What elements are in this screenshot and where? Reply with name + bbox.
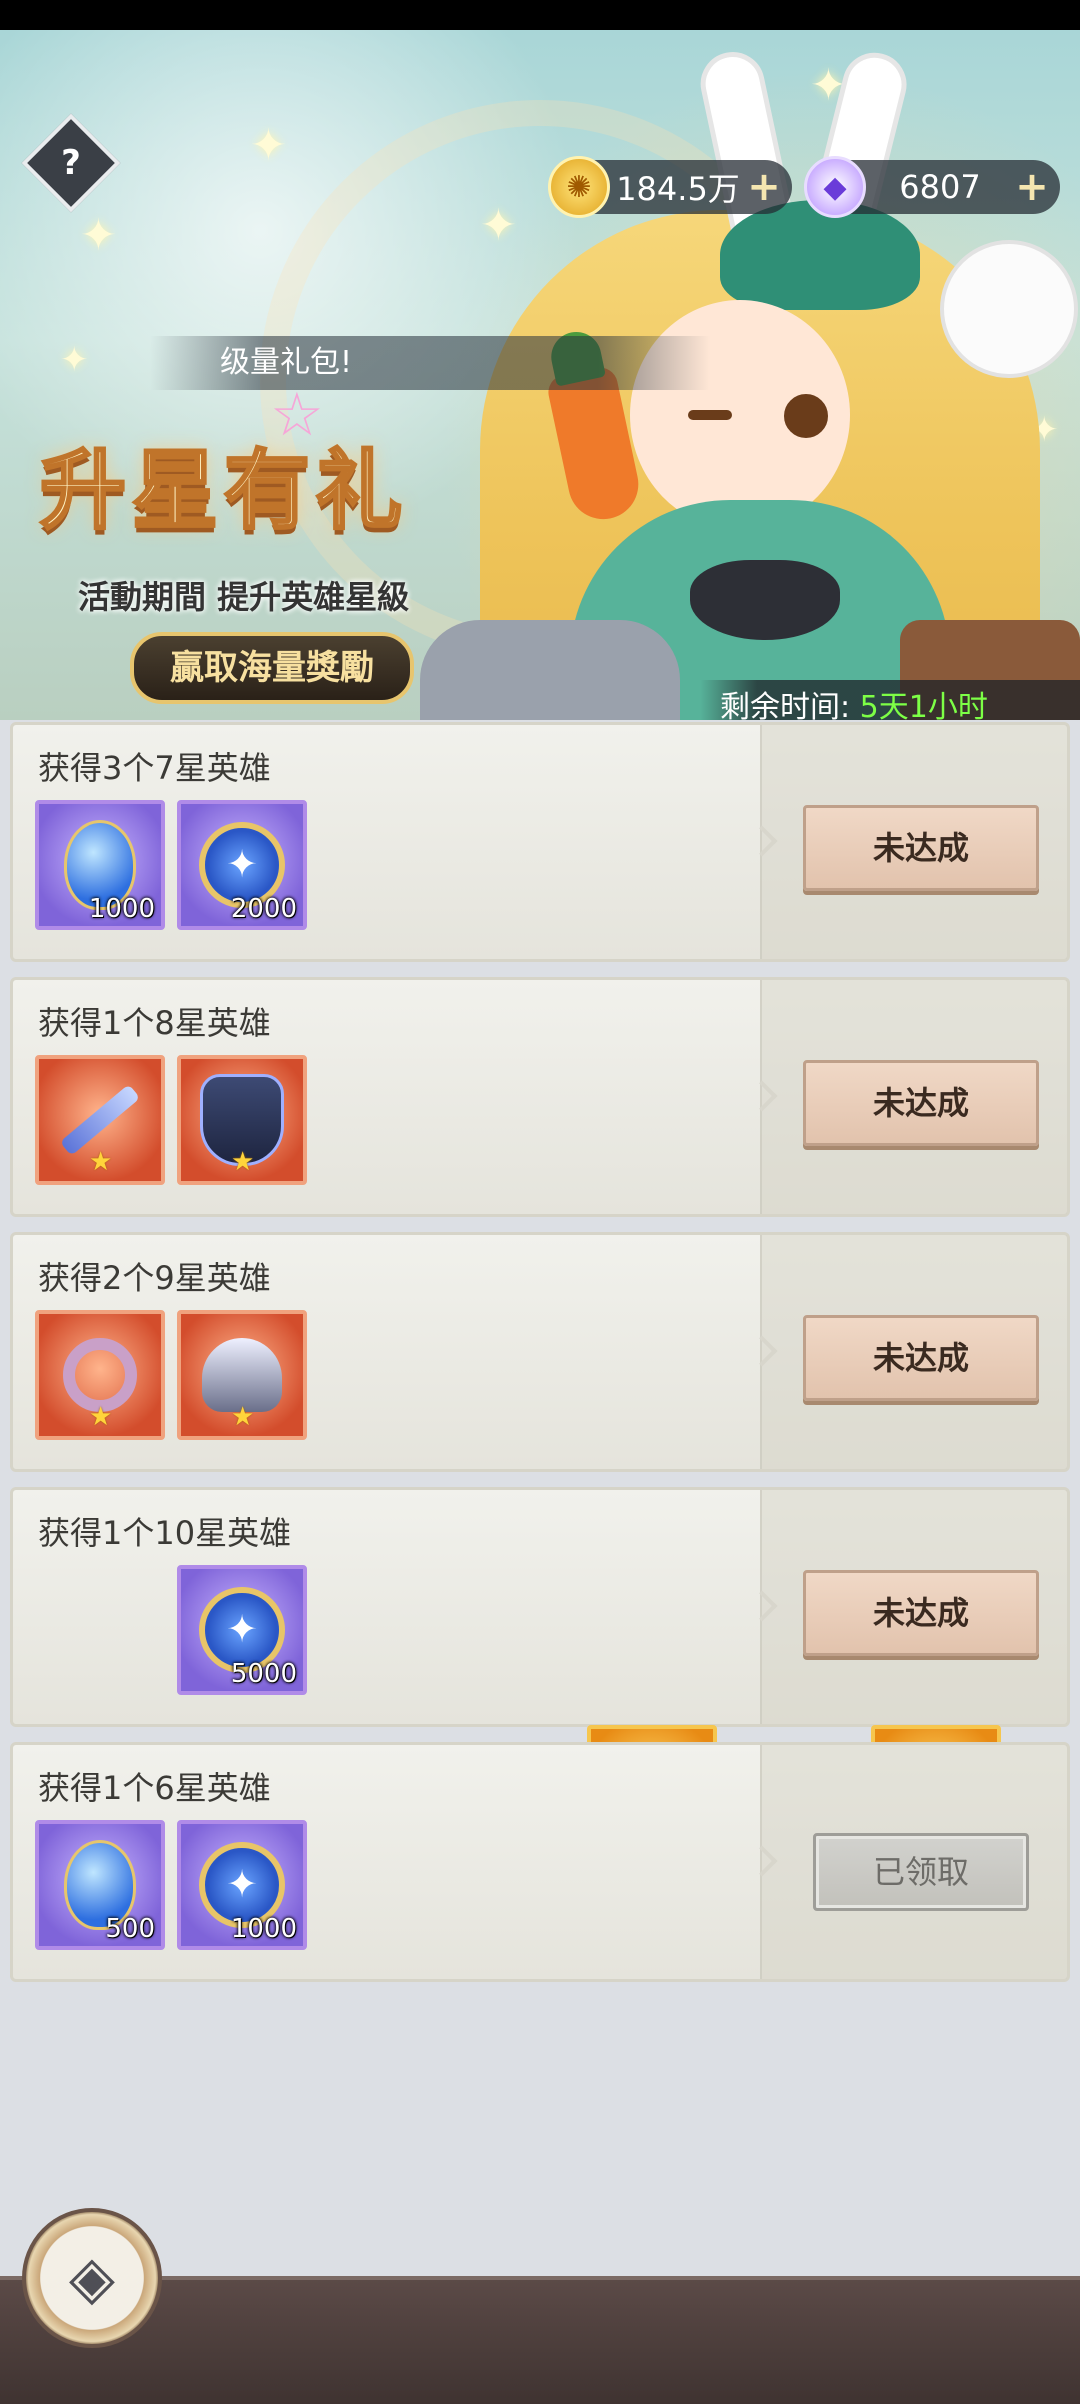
gold-currency[interactable]: ✺ 184.5万 +	[548, 156, 792, 218]
gold-value: 184.5万	[616, 170, 740, 208]
add-gold-icon[interactable]: +	[746, 167, 782, 207]
reward-item[interactable]: 1000	[177, 1820, 307, 1950]
hair-bow	[720, 200, 920, 310]
task-title: 获得2个9星英雄	[38, 1259, 271, 1297]
reward-item[interactable]: 500	[35, 1820, 165, 1950]
gold-coin-icon: ✺	[548, 156, 610, 218]
reward-item[interactable]: 1000	[35, 800, 165, 930]
task-title: 获得1个8星英雄	[38, 1004, 271, 1042]
item-count: 1000	[88, 894, 155, 924]
timer-label: 剩余时间:	[720, 690, 851, 720]
item-count: 500	[105, 1914, 155, 1944]
character-illustration	[420, 45, 1080, 720]
task-list: 获得3个7星英雄 1000 2000 未达成 获得1个8星英雄 ★ ★	[10, 722, 1070, 1997]
announcement-marquee: 级量礼包!	[150, 336, 710, 390]
task-status-button[interactable]: 未达成	[803, 1060, 1039, 1146]
reward-items: 500 1000	[35, 1820, 307, 1950]
sparkle-icon: ✦	[250, 120, 287, 171]
event-title: ☆ 升星有礼	[39, 380, 408, 543]
sparkle-icon: ✦	[80, 210, 117, 261]
reward-items: 1000 2000	[35, 800, 307, 930]
reward-item[interactable]: ★	[177, 1055, 307, 1185]
gem-currency[interactable]: ◆ 6807 +	[804, 156, 1060, 218]
sparkle-icon: ✦	[60, 340, 89, 380]
task-row: 获得1个6星英雄 500 1000 已领取	[10, 1742, 1070, 1982]
reward-item[interactable]: 5000	[177, 1565, 307, 1695]
event-banner: ✦ ✦ ✦ ✦ ✦ ✦ 级量礼包! ☆ 升星有礼 活動期間 提升英雄星級 贏取海…	[0, 30, 1080, 720]
reward-items: ★ ★	[35, 1310, 307, 1440]
add-gem-icon[interactable]: +	[1014, 167, 1050, 207]
helm-icon	[202, 1338, 282, 1412]
bottom-bar	[0, 2276, 1080, 2404]
reward-items: 5000	[35, 1565, 1001, 1855]
character-legs	[420, 620, 680, 720]
timer-value: 5天1小时	[859, 690, 988, 720]
remaining-time: 剩余时间: 5天1小时	[700, 680, 1080, 720]
item-count: 5000	[230, 1659, 297, 1689]
task-status-button[interactable]: 未达成	[803, 1570, 1039, 1656]
task-row: 获得1个10星英雄 5000 未达成	[10, 1487, 1070, 1855]
ring-icon	[63, 1338, 137, 1412]
task-title: 获得3个7星英雄	[38, 749, 271, 787]
weapon-icon	[59, 1084, 141, 1156]
status-bar	[0, 0, 1080, 30]
star-icon: ★	[89, 1147, 113, 1177]
character-eye	[688, 410, 732, 420]
claimed-status-button[interactable]: 已领取	[813, 1833, 1029, 1911]
task-title: 获得1个10星英雄	[38, 1514, 292, 1552]
star-icon: ★	[89, 1402, 113, 1432]
character-eye	[780, 390, 832, 442]
task-row: 获得1个8星英雄 ★ ★ 未达成	[10, 977, 1070, 1217]
item-count: 1000	[230, 1914, 297, 1944]
task-title: 获得1个6星英雄	[38, 1769, 271, 1807]
reward-items: ★ ★	[35, 1055, 307, 1185]
diamond-icon: ◆	[804, 156, 866, 218]
back-button[interactable]: ◈	[22, 2208, 162, 2348]
reward-pill: 贏取海量獎勵	[130, 632, 414, 704]
neck-bow	[690, 560, 840, 640]
star-decoration-icon: ☆	[270, 380, 330, 450]
task-status-button[interactable]: 未达成	[803, 805, 1039, 891]
task-row: 获得3个7星英雄 1000 2000 未达成	[10, 722, 1070, 962]
bunny-plush	[940, 240, 1078, 378]
reward-item[interactable]: 2000	[177, 800, 307, 930]
question-icon: ?	[61, 143, 81, 183]
reward-item[interactable]: ★	[35, 1055, 165, 1185]
back-arrow-icon: ◈	[68, 2243, 116, 2313]
reward-item[interactable]: ★	[35, 1310, 165, 1440]
star-icon: ★	[231, 1147, 255, 1177]
task-status-button[interactable]: 未达成	[803, 1315, 1039, 1401]
event-subtitle: 活動期間 提升英雄星級	[78, 578, 410, 616]
item-count: 2000	[230, 894, 297, 924]
gem-value: 6807	[899, 168, 981, 206]
task-row: 获得2个9星英雄 ★ ★ 未达成	[10, 1232, 1070, 1472]
reward-item[interactable]: ★	[177, 1310, 307, 1440]
star-icon: ★	[231, 1402, 255, 1432]
